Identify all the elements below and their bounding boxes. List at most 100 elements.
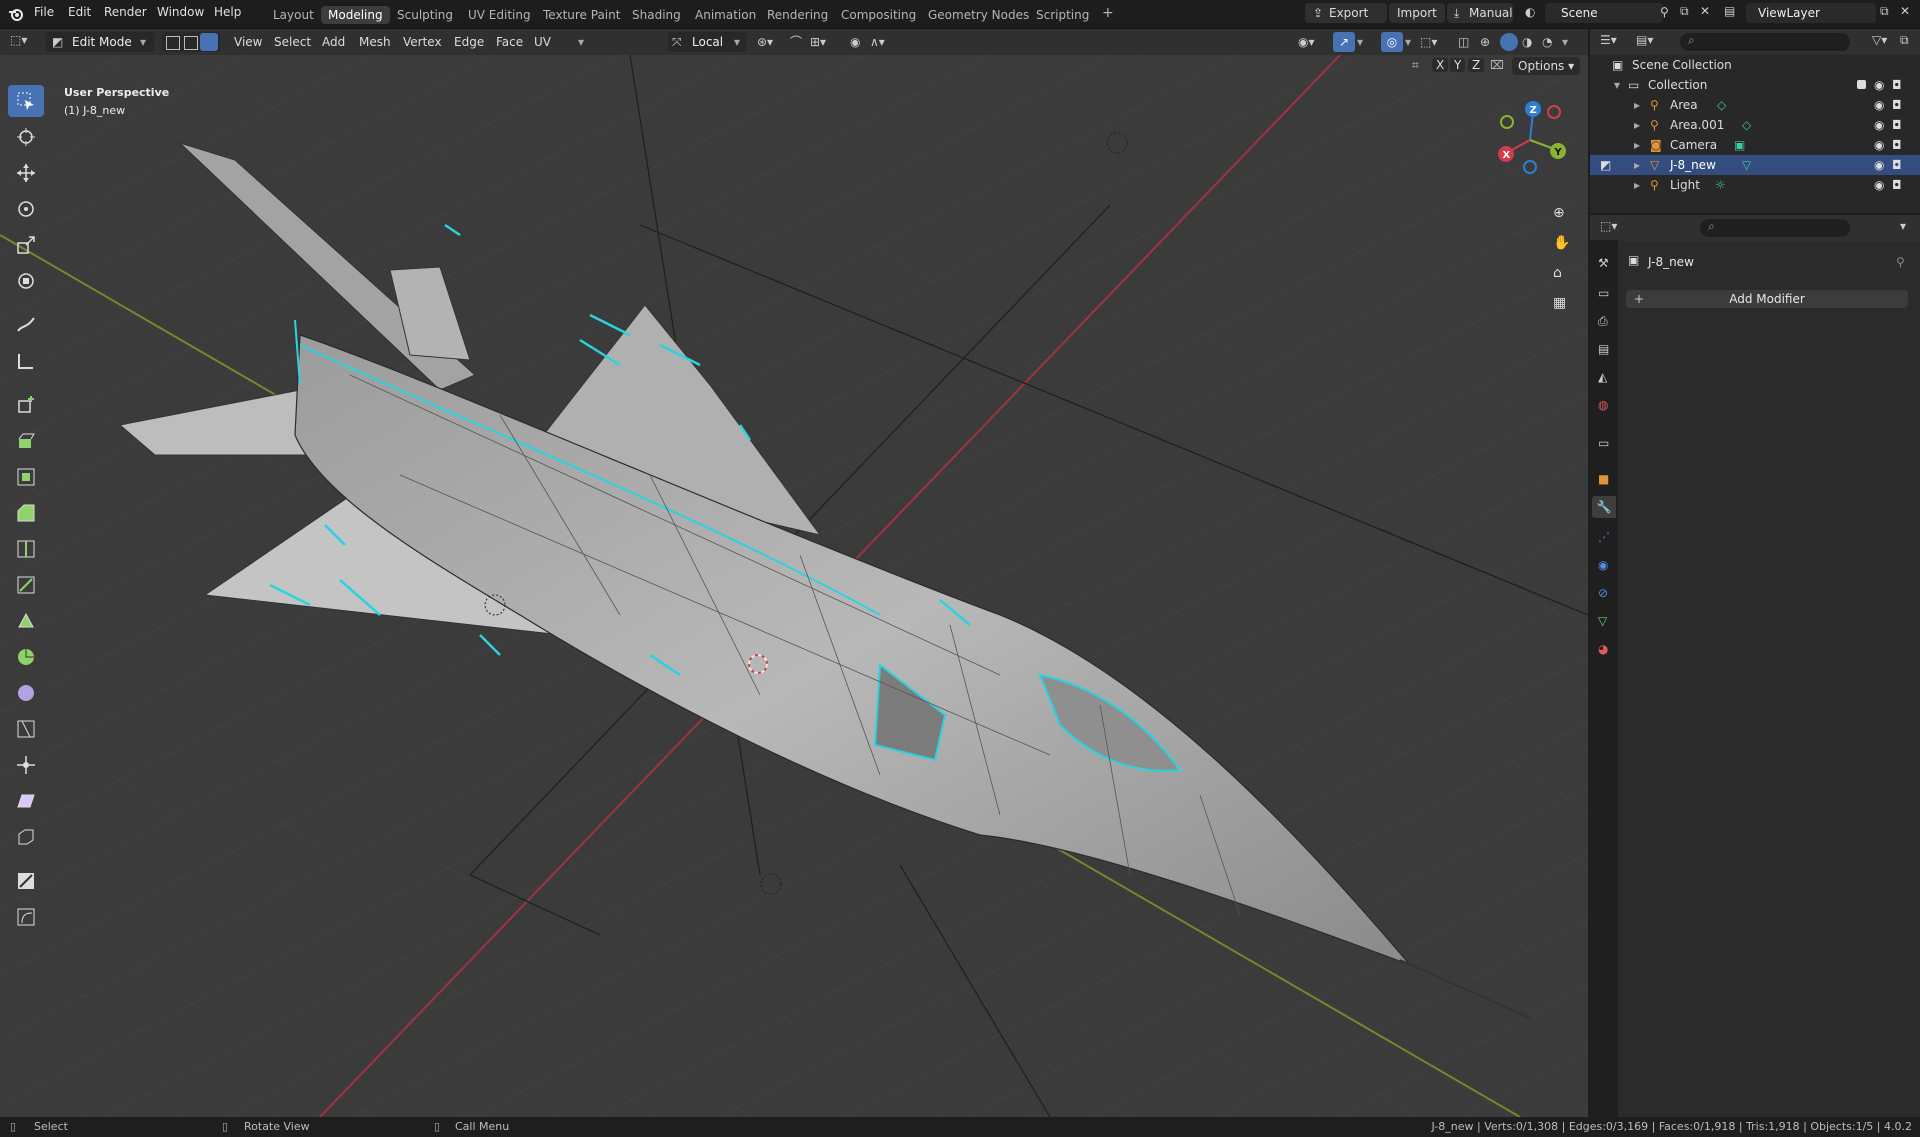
outliner-scene-collection[interactable]: ▣ Scene Collection	[1590, 55, 1920, 75]
outliner-item-camera[interactable]: ▸ ◙ Camera ▣ ◉ ◘	[1590, 135, 1920, 155]
cursor-tool[interactable]	[8, 121, 44, 153]
menu-uv[interactable]: UV	[534, 32, 551, 52]
new-collection-icon[interactable]: ⧉	[1900, 33, 1909, 48]
tab-modeling[interactable]: Modeling	[321, 6, 390, 24]
render-tab-icon[interactable]: ▭	[1598, 286, 1609, 300]
expand-icon[interactable]: ▸	[1634, 175, 1640, 195]
blender-logo-icon[interactable]	[8, 6, 24, 22]
pivot-point-icon[interactable]: ⊛▾	[757, 32, 773, 52]
face-select-icon[interactable]	[200, 33, 218, 51]
tab-sculpting[interactable]: Sculpting	[390, 6, 460, 24]
edge-select-icon[interactable]	[184, 36, 198, 50]
menu-help[interactable]: Help	[214, 5, 241, 19]
view-layer-tab-icon[interactable]: ▤	[1598, 342, 1609, 356]
eye-icon[interactable]: ◉	[1874, 95, 1884, 115]
tool-tab-icon[interactable]: ⚒	[1598, 256, 1609, 270]
measure-tool[interactable]	[8, 345, 44, 377]
knife-tool[interactable]	[8, 569, 44, 601]
expand-icon[interactable]: ▸	[1634, 155, 1640, 175]
falloff-icon[interactable]: ∧▾	[870, 32, 885, 52]
editor-type-icon[interactable]: ⬚▾	[1600, 219, 1617, 233]
pin-icon[interactable]: ⚲	[1896, 255, 1905, 269]
output-tab-icon[interactable]: ⎙	[1598, 314, 1608, 329]
zoom-icon[interactable]: ⊕	[1553, 205, 1565, 221]
mirror-x-button[interactable]: X	[1432, 58, 1449, 72]
menu-add[interactable]: Add	[322, 32, 345, 52]
outliner-search-input[interactable]: ⌕	[1680, 33, 1850, 51]
scene-canvas[interactable]	[0, 55, 1588, 1117]
shear-tool[interactable]	[8, 785, 44, 817]
editor-type-icon[interactable]: ☰▾	[1600, 33, 1617, 47]
outliner-item-j8-new[interactable]: ◩ ▸ ▽ J-8_new ▽ ◉ ◘	[1590, 155, 1920, 175]
constraints-tab-icon[interactable]: ⊘	[1598, 586, 1608, 600]
gizmo-neg-z[interactable]	[1523, 160, 1537, 174]
navigation-gizmo[interactable]: Z Y X	[1490, 95, 1570, 175]
world-tab-icon[interactable]: ◍	[1598, 398, 1608, 412]
mirror-z-button[interactable]: Z	[1468, 58, 1485, 72]
inset-tool[interactable]	[8, 461, 44, 493]
edit-mode-indicator-icon[interactable]: ◩	[1600, 155, 1611, 175]
scale-tool[interactable]	[8, 229, 44, 261]
menu-select[interactable]: Select	[274, 32, 311, 52]
tab-compositing[interactable]: Compositing	[834, 6, 923, 24]
smooth-tool[interactable]	[8, 677, 44, 709]
checkbox-icon[interactable]	[1857, 80, 1866, 89]
new-scene-icon[interactable]: ⧉	[1680, 4, 1689, 19]
menu-window[interactable]: Window	[157, 5, 204, 19]
move-tool[interactable]	[8, 157, 44, 189]
wireframe-shading-icon[interactable]: ⊕	[1480, 32, 1490, 52]
solid-shading-icon[interactable]	[1500, 33, 1518, 51]
add-cube-tool[interactable]	[8, 389, 44, 421]
filter-icon[interactable]: ▽▾	[1872, 33, 1887, 47]
3d-viewport[interactable]: User Perspective (1) J-8_new Z Y X ⊕ ✋ ⌂…	[0, 55, 1588, 1117]
to-sphere-tool[interactable]	[8, 901, 44, 933]
viewlayer-selector[interactable]: ViewLayer	[1746, 3, 1876, 23]
mode-selector[interactable]: ◩ Edit Mode ▾	[46, 32, 154, 52]
display-mode-icon[interactable]: ▤▾	[1636, 33, 1653, 47]
camera-view-icon[interactable]: ⌂	[1553, 265, 1562, 281]
camera-render-icon[interactable]: ◘	[1892, 95, 1902, 115]
overlay-toggle-icon[interactable]: ◎	[1381, 32, 1403, 52]
chevron-down-icon[interactable]: ▾	[578, 32, 584, 52]
tab-geometry-nodes[interactable]: Geometry Nodes	[921, 6, 1036, 24]
menu-view[interactable]: View	[234, 32, 262, 52]
poly-build-tool[interactable]	[8, 605, 44, 637]
xray-toggle-icon[interactable]: ◫	[1458, 32, 1469, 52]
snap-target-icon[interactable]: ⊞▾	[810, 32, 826, 52]
tab-rendering[interactable]: Rendering	[760, 6, 835, 24]
tab-shading[interactable]: Shading	[625, 6, 688, 24]
eye-icon[interactable]: ◉	[1874, 115, 1884, 135]
expand-icon[interactable]: ▾	[1614, 75, 1620, 95]
chevron-down-icon[interactable]: ▾	[1900, 219, 1906, 233]
menu-file[interactable]: File	[34, 5, 54, 19]
eye-icon[interactable]: ◉	[1874, 135, 1884, 155]
snap-icon[interactable]: ⌒	[790, 32, 802, 52]
scene-tab-icon[interactable]: ◭	[1598, 370, 1607, 384]
menu-edge[interactable]: Edge	[454, 32, 484, 52]
rotate-tool[interactable]	[8, 193, 44, 225]
menu-render[interactable]: Render	[104, 5, 147, 19]
camera-render-icon[interactable]: ◘	[1892, 135, 1902, 155]
tab-layout[interactable]: Layout	[266, 6, 321, 24]
chevron-down-icon[interactable]: ▾	[1562, 32, 1568, 52]
export-button[interactable]: ⇪ Export	[1305, 3, 1387, 23]
tab-animation[interactable]: Animation	[688, 6, 763, 24]
chevron-down-icon[interactable]: ▾	[1405, 32, 1411, 52]
gizmo-neg-x[interactable]	[1547, 105, 1561, 119]
transform-tool[interactable]	[8, 265, 44, 297]
transform-orientation-selector[interactable]: ⤧ Local ▾	[668, 32, 746, 52]
outliner-item-light[interactable]: ▸ ⚲ Light ☼ ◉ ◘	[1590, 175, 1920, 195]
new-viewlayer-icon[interactable]: ⧉	[1880, 4, 1889, 19]
manual-button[interactable]: ⤓ Manual	[1447, 3, 1513, 23]
scene-browse-icon[interactable]: ◐	[1525, 5, 1535, 19]
tab-texture-paint[interactable]: Texture Paint	[536, 6, 627, 24]
menu-face[interactable]: Face	[496, 32, 523, 52]
particles-tab-icon[interactable]: ⋰	[1598, 530, 1610, 544]
outliner-collection[interactable]: ▾ ▭ Collection ◉ ◘	[1590, 75, 1920, 95]
auto-merge-icon[interactable]: ⌧	[1490, 58, 1504, 72]
mirror-icon[interactable]: ⌗	[1412, 58, 1419, 73]
select-box-tool[interactable]	[8, 85, 44, 117]
menu-mesh[interactable]: Mesh	[359, 32, 391, 52]
expand-icon[interactable]: ▸	[1634, 95, 1640, 115]
mirror-y-button[interactable]: Y	[1450, 58, 1466, 72]
